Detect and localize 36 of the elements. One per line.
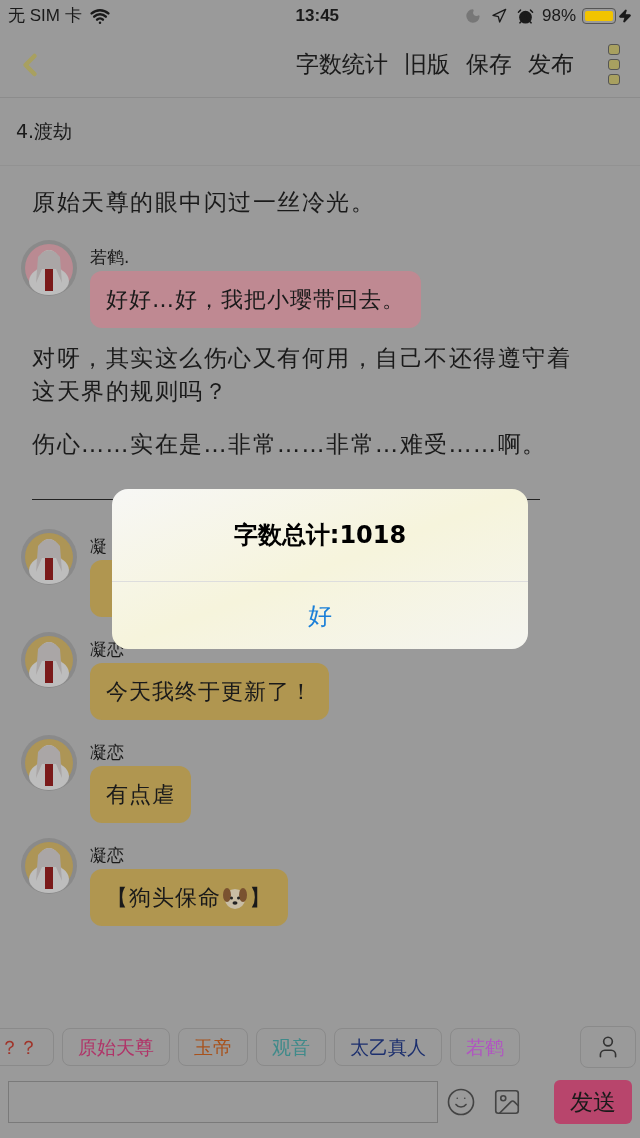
alarm-icon [516, 7, 534, 25]
sender-name: 凝恋 [90, 844, 124, 867]
role-tag[interactable]: 太乙真人 [334, 1028, 442, 1066]
battery-icon [582, 8, 616, 24]
send-button[interactable]: 发送 [554, 1080, 632, 1124]
nav-action[interactable]: 字数统计 [288, 47, 396, 82]
wifi-icon [89, 6, 110, 26]
sender-name: 若鹤. [90, 246, 130, 269]
narration-text: 原始天尊的眼中闪过一丝冷光。 [32, 188, 376, 217]
narration-text: 对呀，其实这么伤心又有何用，自己不还得遵守着这天界的规则吗？ [32, 344, 572, 406]
more-menu-button[interactable] [608, 44, 620, 85]
message-bubble: 今天我终于更新了！ [90, 663, 329, 720]
image-icon[interactable] [492, 1087, 522, 1117]
role-tag[interactable]: 原始天尊 [62, 1028, 170, 1066]
location-icon [490, 8, 507, 24]
charging-icon [618, 9, 632, 23]
narration-text: 伤心……实在是…非常……非常…难受……啊。 [32, 430, 548, 459]
nav-action[interactable]: 发布 [520, 47, 582, 82]
sender-name: 凝恋 [90, 741, 124, 764]
dialog-title: 字数总计:1018 [233, 520, 407, 551]
nav-action[interactable]: 旧版 [396, 47, 458, 82]
message-bubble: 【狗头保命 】 [90, 869, 288, 926]
message-bubble: 有点虐 [90, 766, 191, 823]
role-tag[interactable]: ？？ [0, 1028, 54, 1066]
profile-button[interactable] [580, 1026, 636, 1068]
emoji-icon[interactable] [446, 1087, 476, 1117]
message-bubble: 好好…好，我把小璎带回去。 [90, 271, 421, 328]
role-tag[interactable]: 玉帝 [178, 1028, 248, 1066]
status-time: 13:45 [295, 5, 340, 28]
moon-icon [464, 8, 481, 24]
battery-percent: 98% [541, 5, 576, 28]
chapter-title: 4.渡劫 [16, 119, 73, 145]
message-input[interactable] [8, 1081, 438, 1123]
sender-name: 凝 [90, 535, 107, 558]
nav-action[interactable]: 保存 [458, 47, 520, 82]
carrier-label: 无 SIM 卡 [8, 5, 82, 28]
